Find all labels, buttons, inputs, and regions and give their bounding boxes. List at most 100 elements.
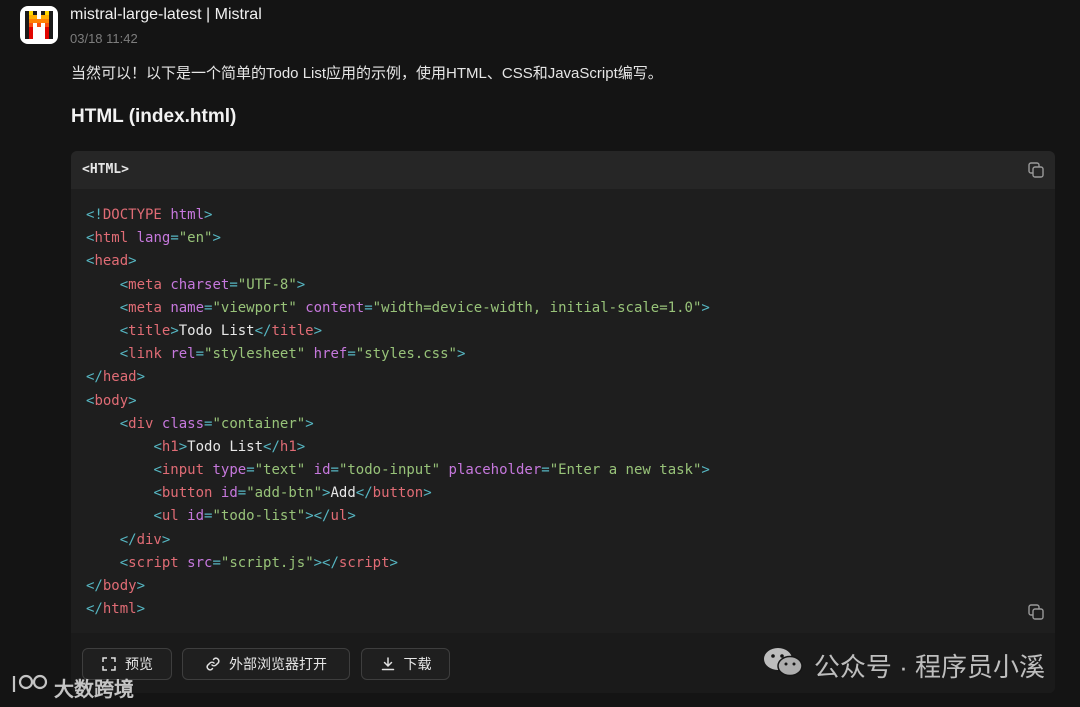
code-punct: = <box>246 462 255 479</box>
code-line: <h1>Todo List</h1> <box>86 436 710 459</box>
code-punct: < <box>119 299 129 316</box>
download-button[interactable]: 下载 <box>361 648 450 680</box>
code-punct: </ <box>86 601 103 618</box>
code-attr: src <box>187 554 213 571</box>
code-tag: h1 <box>161 438 179 455</box>
code-punct: = <box>237 485 247 502</box>
code-tag: title <box>271 322 314 339</box>
message-timestamp: 03/18 11:42 <box>70 31 138 46</box>
link-icon <box>205 656 221 672</box>
code-punct: ></ <box>313 554 339 571</box>
copy-icon-bottom[interactable] <box>1027 603 1045 621</box>
code-tag: input <box>161 462 205 479</box>
code-string: "styles.css" <box>355 346 457 363</box>
code-tag: body <box>102 578 137 594</box>
code-line: <head> <box>86 250 710 273</box>
code-line: <meta name="viewport" content="width=dev… <box>86 297 710 320</box>
code-punct: > <box>128 253 137 270</box>
code-attr: class <box>161 415 205 432</box>
code-attr: rel <box>170 346 196 363</box>
code-block: <HTML> <!DOCTYPE html> <html lang="en"> <h… <box>71 151 1055 693</box>
code-text: Add <box>330 485 356 502</box>
code-string: "Enter a new task" <box>549 462 702 479</box>
code-string: "todo-input" <box>338 462 441 479</box>
code-attr: id <box>220 485 238 502</box>
code-tag: script <box>338 554 390 571</box>
preview-label: 预览 <box>125 656 153 672</box>
code-line: <script src="script.js"></script> <box>86 552 710 575</box>
code-punct: < <box>119 346 129 363</box>
mistral-logo-icon <box>20 6 58 44</box>
code-punct: > <box>305 415 314 432</box>
code-string: "add-btn" <box>246 485 323 502</box>
copy-icon[interactable] <box>1027 161 1045 179</box>
code-punct: < <box>153 438 162 455</box>
code-punct: = <box>170 230 179 247</box>
code-tag: ul <box>330 508 348 525</box>
code-content: <!DOCTYPE html> <html lang="en"> <head> <m… <box>86 204 710 621</box>
code-tag: head <box>102 369 137 386</box>
code-punct: <! <box>86 207 103 223</box>
code-punct: </ <box>254 322 272 339</box>
code-punct: > <box>204 207 213 223</box>
watermark-left-text: 大数跨境 <box>54 678 134 701</box>
code-punct: </ <box>86 369 103 386</box>
code-tag: link <box>128 346 162 363</box>
download-label: 下载 <box>403 656 432 672</box>
code-punct: > <box>347 508 356 525</box>
watermark-left: 大数跨境 <box>10 672 134 702</box>
code-attr: charset <box>170 276 230 293</box>
code-line: </html> <box>86 598 710 621</box>
code-string: "todo-list" <box>212 508 306 525</box>
code-tag: html <box>102 601 137 618</box>
code-punct: > <box>456 346 466 363</box>
code-punct: > <box>313 322 323 339</box>
code-punct: > <box>701 299 710 316</box>
code-line: <ul id="todo-list"></ul> <box>86 505 710 528</box>
code-line: <link rel="stylesheet" href="styles.css"… <box>86 343 710 366</box>
code-punct: = <box>541 462 550 479</box>
code-line: <input type="text" id="todo-input" place… <box>86 459 709 482</box>
code-punct: > <box>178 438 188 455</box>
code-punct: > <box>212 230 221 247</box>
code-string: "text" <box>254 462 306 479</box>
code-punct: < <box>153 462 162 479</box>
code-punct: < <box>119 554 129 571</box>
code-line: </head> <box>86 366 710 389</box>
open-in-browser-button[interactable]: 外部浏览器打开 <box>182 648 350 680</box>
code-attr: id <box>313 462 331 479</box>
code-tag: title <box>128 322 171 339</box>
code-line: </div> <box>86 529 710 552</box>
code-tag: ul <box>161 508 179 525</box>
code-punct: = <box>229 276 238 293</box>
code-tag: button <box>161 485 213 502</box>
code-line: <body> <box>86 390 710 413</box>
code-tag: body <box>94 392 129 409</box>
code-punct: > <box>170 322 179 339</box>
code-attr: name <box>170 299 205 316</box>
code-punct: </ <box>119 531 137 548</box>
code-punct: = <box>212 554 221 571</box>
wechat-icon <box>762 645 804 686</box>
model-name: mistral-large-latest | Mistral <box>70 6 262 23</box>
code-attr: href <box>313 346 348 363</box>
code-text: Todo List <box>187 438 264 455</box>
code-line: <button id="add-btn">Add</button> <box>86 482 710 505</box>
code-string: "en" <box>178 230 213 247</box>
watermark-right: 公众号 · 程序员小溪 <box>762 645 1045 686</box>
code-punct: = <box>364 299 373 316</box>
code-punct: > <box>296 276 306 293</box>
code-string: "container" <box>212 415 306 432</box>
code-punct: ></ <box>305 508 331 525</box>
